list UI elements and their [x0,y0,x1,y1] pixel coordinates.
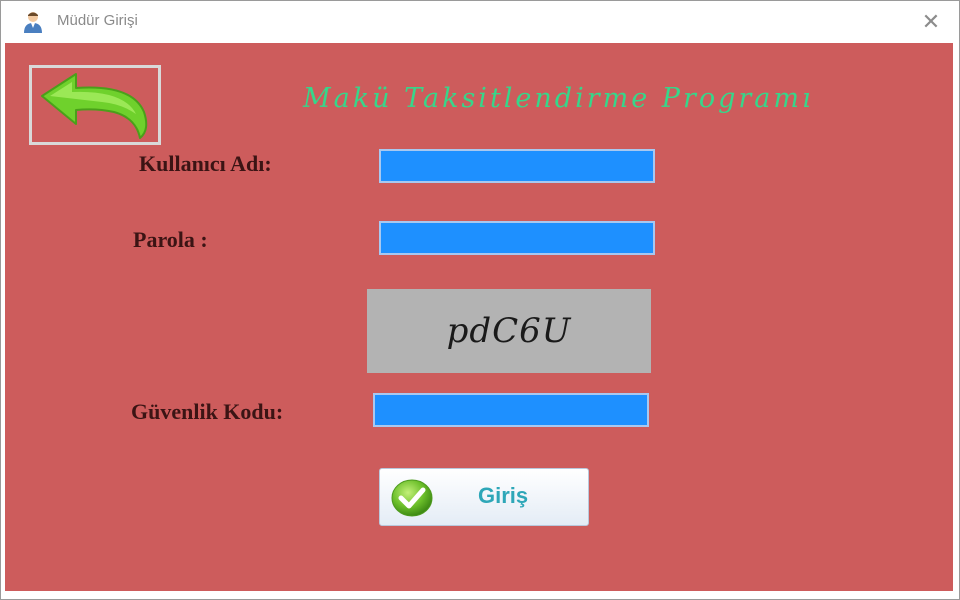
login-window: Müdür Girişi ✕ Makü Taksitlendirme Progr… [0,0,960,600]
username-label: Kullanıcı Adı: [139,151,272,176]
login-panel: Makü Taksitlendirme Programı Kullanıcı A… [5,43,953,591]
close-icon: ✕ [921,9,941,35]
username-input[interactable] [379,149,655,183]
back-arrow-icon [41,73,148,139]
title-bar: Müdür Girişi ✕ [1,1,959,43]
security-code-label: Güvenlik Kodu: [131,399,284,424]
captcha-box: pdC6U [367,289,651,373]
check-icon [390,478,434,518]
security-code-input[interactable] [373,393,649,427]
login-button-label: Giriş [478,483,529,508]
close-button[interactable]: ✕ [903,1,959,43]
app-title: Makü Taksitlendirme Programı [303,83,814,114]
login-button[interactable]: Giriş [379,468,589,526]
user-avatar-icon [21,10,45,34]
captcha-code: pdC6U [446,311,572,351]
password-input[interactable] [379,221,655,255]
back-button[interactable] [29,65,161,145]
password-label: Parola : [133,227,208,252]
window-title: Müdür Girişi [57,12,138,29]
